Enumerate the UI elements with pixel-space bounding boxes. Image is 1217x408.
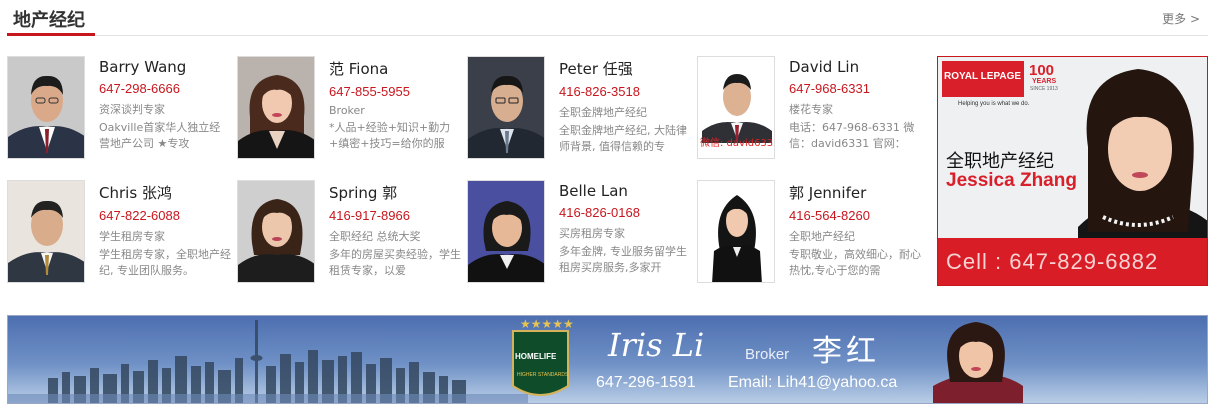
agent-name[interactable]: 郭 Jennifer (789, 182, 921, 203)
agent-name[interactable]: Chris 张鸿 (99, 182, 231, 203)
agent-role: 全职金牌地产经纪 (559, 106, 647, 119)
royal-lepage-years-label: YEARS (1032, 78, 1057, 85)
agent-desc: 多年的房屋买卖经验，学生租赁专家，以爱 (329, 248, 461, 277)
agent-desc: 全职金牌地产经纪, 大陆律师背景, 值得信赖的专 (559, 124, 687, 153)
agent-name[interactable]: 范 Fiona (329, 58, 461, 79)
agent-card[interactable]: 郭 Jennifer 416-564-8260 全职地产经纪 专职敬业，高效细心… (697, 180, 922, 286)
agent-card[interactable]: 微信: david6331 David Lin 647-968-6331 楼花专… (697, 56, 922, 162)
svg-text:★★★★★: ★★★★★ (520, 317, 574, 331)
agent-role: Broker (329, 104, 365, 117)
royal-lepage-wordmark: ROYAL LEPAGE (944, 71, 1022, 82)
agent-desc: *人品+经验+知识+勤力+缜密+技巧=给你的服 (329, 121, 451, 150)
agent-desc: 电话：647-968-6331 微信：david6331 官网： (789, 121, 915, 150)
royal-lepage-since: SINCE 1913 (1030, 86, 1058, 92)
agent-card[interactable]: Belle Lan 416-826-0168 买房租房专家 多年金牌, 专业服务… (467, 180, 692, 286)
agent-card[interactable]: Spring 郭 416-917-8966 全职经纪 总统大奖 多年的房屋买卖经… (237, 180, 462, 286)
ad-cell: Cell : 647-829-6882 (946, 249, 1159, 274)
royal-lepage-years: 100 (1029, 62, 1055, 79)
agent-desc: 专职敬业，高效细心，耐心热忱,专心于您的需 (789, 248, 921, 277)
agent-name[interactable]: Belle Lan (559, 182, 691, 200)
agent-role: 买房租房专家 (559, 227, 625, 240)
homelife-logo-sub: HIGHER STANDARDS (517, 372, 569, 378)
agent-card[interactable]: Barry Wang 647-298-6666 资深谈判专家 Oakville首… (7, 56, 232, 162)
agent-name[interactable]: Peter 任强 (559, 58, 691, 79)
banner-name-script: Iris Li (608, 326, 705, 364)
agent-phone: 647-855-5955 (329, 84, 410, 99)
agent-name[interactable]: Spring 郭 (329, 182, 461, 203)
wechat-overlay: 微信: david6331 (700, 138, 775, 149)
agent-role: 楼花专家 (789, 103, 833, 116)
section-title: 地产经纪 (13, 10, 85, 31)
agent-phone: 647-822-6088 (99, 208, 180, 223)
agent-role: 全职地产经纪 (789, 230, 855, 243)
agent-card[interactable]: 范 Fiona 647-855-5955 Broker *人品+经验+知识+勤力… (237, 56, 462, 162)
banner-title: Broker (745, 346, 790, 363)
agent-phone: 416-826-3518 (559, 84, 640, 99)
agent-photo[interactable] (7, 180, 85, 283)
agent-photo[interactable] (237, 180, 315, 283)
banner-name-cn: 李红 (812, 334, 880, 369)
agent-desc: 多年金牌, 专业服务留学生租房买房服务,多家开 (559, 245, 687, 274)
banner-email[interactable]: Email: Lih41@yahoo.ca (728, 374, 897, 392)
ad-tagline: Helping you is what we do. (958, 101, 1030, 107)
agent-photo[interactable] (697, 180, 775, 283)
agent-photo[interactable] (7, 56, 85, 159)
agent-desc: 学生租房专家，全职地产经纪, 专业团队服务。 (99, 248, 231, 277)
ad-banner-iris-li[interactable]: ★★★★★ HOMELIFE HIGHER STANDARDS Iris Li … (7, 315, 1208, 404)
homelife-logo-text: HOMELIFE (515, 352, 557, 361)
agent-phone: 647-298-6666 (99, 81, 180, 96)
agent-photo[interactable] (237, 56, 315, 159)
agent-card[interactable]: Chris 张鸿 647-822-6088 学生租房专家 学生租房专家，全职地产… (7, 180, 232, 286)
agent-desc: Oakville首家华人独立经营地产公司 ★专攻 (99, 121, 221, 150)
agent-phone: 416-826-0168 (559, 205, 640, 220)
more-link[interactable]: 更多 > (1162, 10, 1200, 27)
agent-name[interactable]: David Lin (789, 58, 921, 76)
banner-phone: 647-296-1591 (596, 374, 696, 391)
agent-phone: 416-564-8260 (789, 208, 870, 223)
agent-photo[interactable] (467, 180, 545, 283)
agent-photo[interactable] (467, 56, 545, 159)
agent-role: 资深谈判专家 (99, 103, 165, 116)
agent-role: 学生租房专家 (99, 230, 165, 243)
title-underline (7, 33, 95, 36)
ad-name-en: Jessica Zhang (946, 170, 1077, 191)
section-header: 地产经纪 更多 > (7, 0, 1208, 36)
agent-role: 全职经纪 总统大奖 (329, 230, 421, 243)
ad-royal-lepage[interactable]: ROYAL LEPAGE 100 YEARS SINCE 1913 Helpin… (937, 56, 1208, 286)
agent-card[interactable]: Peter 任强 416-826-3518 全职金牌地产经纪 全职金牌地产经纪,… (467, 56, 692, 162)
agent-photo[interactable]: 微信: david6331 (697, 56, 775, 159)
agent-phone: 416-917-8966 (329, 208, 410, 223)
agent-name[interactable]: Barry Wang (99, 58, 231, 76)
agent-phone: 647-968-6331 (789, 81, 870, 96)
